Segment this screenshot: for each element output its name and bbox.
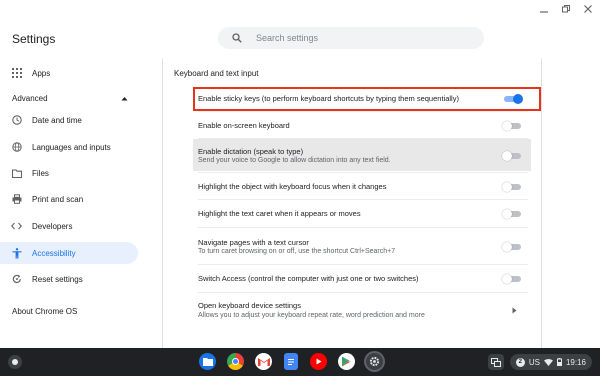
window-controls [538, 4, 594, 17]
sidebar-item-label: Files [32, 168, 49, 178]
status-tray: 2 US 19:16 [487, 354, 592, 370]
sidebar-item-label: Developers [32, 221, 73, 231]
setting-row-switch-access[interactable]: Switch Access (control the computer with… [193, 267, 531, 289]
code-icon [11, 221, 22, 232]
setting-label: Enable dictation (speak to type) [198, 147, 304, 156]
sidebar: Apps Advanced Date and time Languages an… [0, 58, 150, 348]
sidebar-item-date-and-time[interactable]: Date and time [0, 109, 138, 131]
sidebar-item-label: Print and scan [32, 194, 84, 204]
setting-label: Enable on-screen keyboard [198, 121, 290, 130]
divider [198, 172, 528, 173]
section-title: Keyboard and text input [174, 69, 259, 78]
sidebar-item-apps[interactable]: Apps [0, 62, 138, 84]
settings-header: Settings [0, 18, 600, 58]
divider [198, 292, 528, 293]
sidebar-item-accessibility[interactable]: Accessibility [0, 242, 138, 264]
setting-label: Navigate pages with a text cursor [198, 238, 309, 247]
files-icon[interactable] [199, 353, 216, 370]
apps-grid-icon [11, 68, 22, 79]
shelf: 2 US 19:16 [0, 348, 600, 376]
clock-time: 19:16 [565, 357, 586, 367]
folder-icon [11, 168, 22, 179]
divider [198, 199, 528, 200]
locale-indicator: US [528, 357, 540, 367]
setting-label: Switch Access (control the computer with… [198, 274, 419, 283]
sidebar-item-about-chrome-os[interactable]: About Chrome OS [12, 307, 77, 316]
sidebar-item-label: Reset settings [32, 274, 83, 284]
chevron-right-icon[interactable] [512, 307, 517, 314]
sidebar-item-files[interactable]: Files [0, 162, 138, 184]
sidebar-item-label: Languages and inputs [32, 142, 111, 152]
focus-highlight-toggle[interactable] [502, 182, 521, 192]
sidebar-item-print-and-scan[interactable]: Print and scan [0, 188, 138, 210]
on-screen-keyboard-toggle[interactable] [502, 121, 521, 131]
chevron-up-icon[interactable] [121, 96, 128, 101]
setting-row-focus-highlight[interactable]: Highlight the object with keyboard focus… [193, 175, 531, 197]
sidebar-item-label: Date and time [32, 115, 82, 125]
sidebar-item-languages-and-inputs[interactable]: Languages and inputs [0, 136, 138, 158]
setting-sublabel: To turn caret browsing on or off, use th… [198, 248, 396, 255]
chrome-icon[interactable] [227, 353, 244, 370]
status-area[interactable]: 2 US 19:16 [509, 354, 592, 370]
close-icon[interactable] [582, 4, 594, 17]
globe-icon [11, 142, 22, 153]
battery-icon [556, 358, 562, 366]
settings-panel: Keyboard and text input Enable sticky ke… [162, 58, 542, 348]
sidebar-section-advanced[interactable]: Advanced [12, 94, 48, 103]
docs-icon[interactable] [284, 353, 298, 370]
notification-count-badge: 2 [515, 357, 525, 367]
printer-icon [11, 194, 22, 205]
sidebar-item-reset-settings[interactable]: Reset settings [0, 268, 138, 290]
shelf-apps [199, 353, 383, 370]
highlight-box [193, 87, 541, 111]
switch-access-toggle[interactable] [502, 274, 521, 284]
setting-row-caret-browsing[interactable]: Navigate pages with a text cursor To tur… [193, 230, 531, 262]
clipboard-icon[interactable] [487, 354, 504, 370]
setting-sublabel: Send your voice to Google to allow dicta… [198, 157, 391, 164]
setting-sublabel: Allows you to adjust your keyboard repea… [198, 312, 425, 319]
clock-icon [11, 115, 22, 126]
divider [198, 227, 528, 228]
play-store-icon[interactable] [338, 353, 355, 370]
accessibility-icon [11, 247, 22, 259]
caret-browsing-toggle[interactable] [502, 242, 521, 252]
setting-row-caret-highlight[interactable]: Highlight the text caret when it appears… [193, 202, 531, 224]
setting-label: Open keyboard device settings [198, 301, 301, 310]
gmail-icon[interactable] [255, 353, 272, 370]
minimize-icon[interactable] [538, 4, 550, 17]
wifi-icon [543, 358, 553, 366]
settings-icon[interactable] [366, 353, 383, 370]
youtube-icon[interactable] [310, 353, 327, 370]
setting-row-keyboard-device-settings[interactable]: Open keyboard device settings Allows you… [193, 295, 531, 327]
search-icon [232, 33, 242, 43]
search-box[interactable] [218, 27, 484, 49]
launcher-button[interactable] [8, 355, 22, 369]
dictation-toggle[interactable] [502, 151, 521, 161]
divider [198, 264, 528, 265]
setting-label: Highlight the object with keyboard focus… [198, 182, 387, 191]
search-input[interactable] [256, 33, 456, 43]
setting-row-on-screen-keyboard[interactable]: Enable on-screen keyboard [193, 114, 531, 136]
restore-icon[interactable] [560, 4, 572, 17]
sidebar-item-developers[interactable]: Developers [0, 215, 138, 237]
setting-row-dictation[interactable]: Enable dictation (speak to type) Send yo… [193, 139, 531, 171]
sidebar-item-label: Accessibility [32, 248, 76, 258]
page-title: Settings [12, 32, 56, 46]
reset-icon [11, 274, 22, 285]
setting-label: Highlight the text caret when it appears… [198, 209, 361, 218]
sidebar-item-label: Apps [32, 68, 51, 78]
divider [198, 111, 528, 112]
caret-highlight-toggle[interactable] [502, 209, 521, 219]
